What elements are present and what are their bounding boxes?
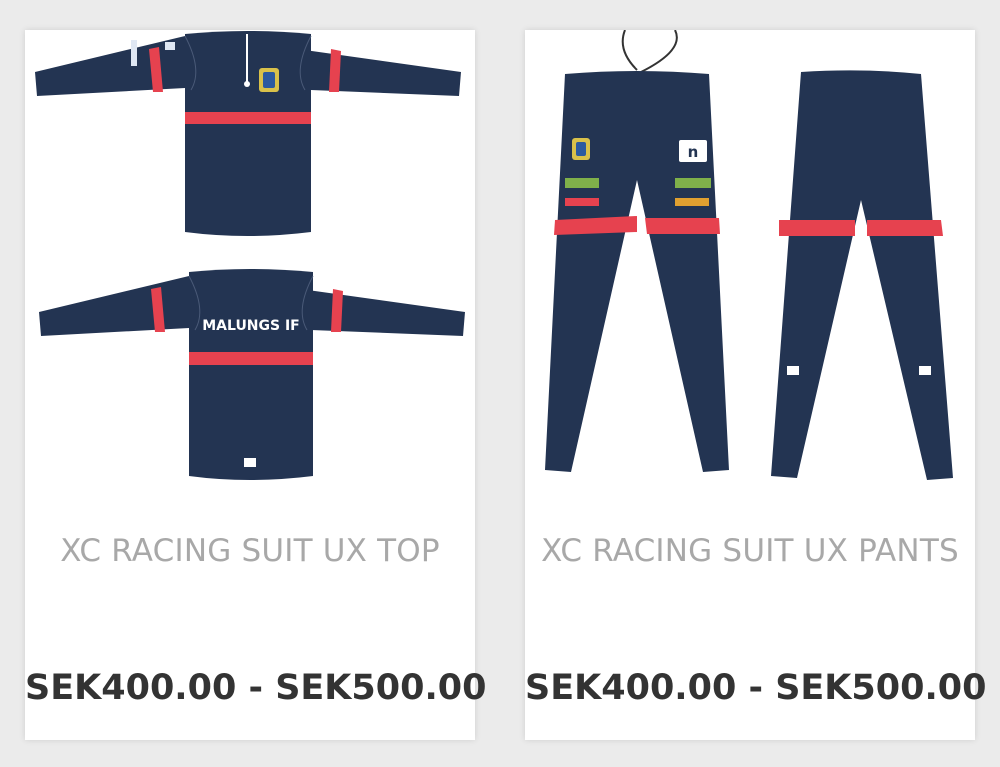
product-image-top[interactable]: MALUNGS IF [25, 30, 475, 520]
back-print-text: MALUNGS IF [202, 318, 300, 334]
n-brand-icon [787, 366, 799, 375]
product-price: SEK400.00 - SEK500.00 [525, 668, 987, 708]
product-title[interactable]: XC RACING SUIT UX TOP [25, 533, 475, 569]
n-brand-icon [244, 458, 256, 467]
jacket-back: MALUNGS IF [39, 269, 465, 480]
product-price: SEK400.00 - SEK500.00 [25, 668, 487, 708]
product-title[interactable]: XC RACING SUIT UX PANTS [525, 533, 975, 569]
pants-back [771, 70, 953, 481]
product-grid: MALUNGS IF XC RACING SUIT UX TOP SEK400.… [0, 0, 1000, 767]
product-card-pants[interactable]: n XC RACING SUIT UX PANTS SEK400.00 - SE… [525, 30, 987, 740]
pants-front: n [545, 71, 729, 472]
product-image-pants[interactable]: n [525, 30, 975, 520]
jacket-front [35, 31, 461, 236]
pants-illustration: n [545, 30, 953, 481]
product-card-top[interactable]: MALUNGS IF XC RACING SUIT UX TOP SEK400.… [25, 30, 487, 740]
jacket-illustration: MALUNGS IF [35, 31, 465, 480]
svg-text:n: n [688, 143, 699, 161]
n-brand-icon [919, 366, 931, 375]
